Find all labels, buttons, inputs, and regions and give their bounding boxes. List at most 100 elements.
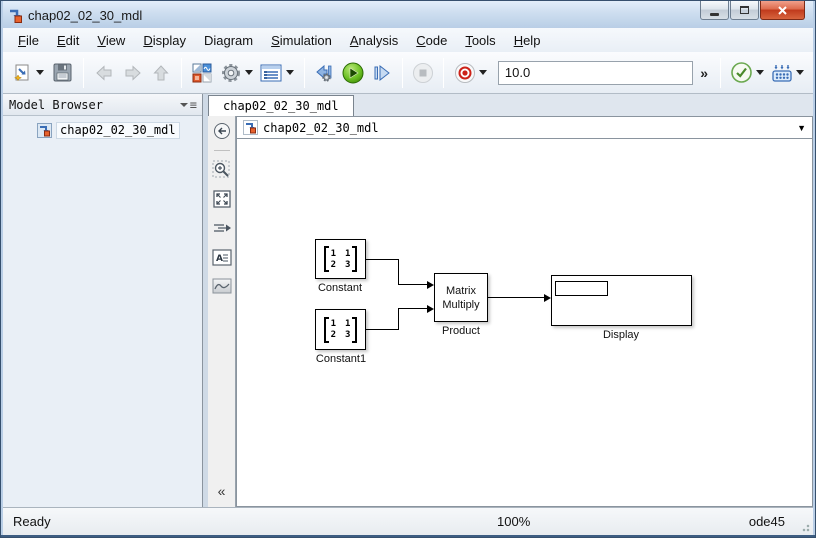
block-product[interactable]: Matrix Multiply <box>434 273 488 322</box>
signal-wire[interactable] <box>366 259 399 260</box>
menu-simulation[interactable]: Simulation <box>262 30 341 51</box>
breadcrumb-dropdown-button[interactable]: ▼ <box>797 123 806 133</box>
run-button[interactable] <box>340 59 366 87</box>
tab-bar: chap02_02_30_mdl <box>208 94 813 116</box>
wire-arrowhead-icon <box>427 281 434 289</box>
matrix-value: 1 <box>345 319 351 329</box>
dropdown-caret-icon[interactable] <box>755 70 764 75</box>
palette-separator <box>213 150 230 151</box>
signal-wire[interactable] <box>398 284 427 285</box>
menu-edit[interactable]: Edit <box>48 30 88 51</box>
dropdown-caret-icon[interactable] <box>795 70 804 75</box>
zoom-button[interactable] <box>212 160 232 180</box>
matrix-value: 3 <box>345 259 351 270</box>
tool-palette: A « <box>208 116 236 507</box>
forward-button <box>119 59 145 87</box>
menu-bars-icon: ≡ <box>189 97 197 112</box>
library-browser-button[interactable] <box>189 59 215 87</box>
model-settings-button[interactable] <box>218 59 244 87</box>
minimize-button[interactable] <box>700 1 729 20</box>
svg-text:A: A <box>216 254 223 264</box>
signal-wire[interactable] <box>398 308 427 309</box>
menu-help[interactable]: Help <box>505 30 550 51</box>
model-browser-tree: chap02_02_30_mdl <box>3 116 202 507</box>
menu-code[interactable]: Code <box>407 30 456 51</box>
minimize-icon <box>710 12 719 16</box>
save-button[interactable] <box>49 59 75 87</box>
toolbar-overflow-button[interactable]: » <box>695 65 713 81</box>
maximize-button[interactable] <box>730 1 759 20</box>
save-icon <box>53 63 72 82</box>
window-title: chap02_02_30_mdl <box>28 7 143 23</box>
menu-view[interactable]: View <box>88 30 134 51</box>
dropdown-caret-icon[interactable] <box>36 70 45 75</box>
toolbar-separator <box>401 57 403 88</box>
simulink-model-icon <box>10 9 22 23</box>
menu-tools[interactable]: Tools <box>456 30 504 51</box>
insert-image-button[interactable] <box>212 276 232 296</box>
up-arrow-icon <box>153 64 169 80</box>
block-constant[interactable]: 1 1 2 3 <box>315 239 366 279</box>
display-value-field <box>555 281 608 296</box>
maximize-icon <box>740 6 749 14</box>
tree-item-label[interactable]: chap02_02_30_mdl <box>56 121 180 139</box>
sim-stop-time-input[interactable] <box>497 60 694 85</box>
signal-wire[interactable] <box>398 259 399 285</box>
matrix-value: 1 <box>330 248 336 259</box>
build-button[interactable] <box>769 59 795 87</box>
back-circle-icon <box>213 123 230 139</box>
status-solver[interactable]: ode45 <box>749 514 785 529</box>
menu-file[interactable]: File <box>9 30 48 51</box>
signal-wire[interactable] <box>366 329 399 330</box>
status-state: Ready <box>13 514 51 529</box>
up-to-parent-button <box>148 59 174 87</box>
step-forward-button[interactable] <box>369 59 395 87</box>
tab-model[interactable]: chap02_02_30_mdl <box>208 95 354 116</box>
image-icon <box>212 278 231 294</box>
stop-icon <box>413 62 434 83</box>
build-grid-icon <box>772 64 792 82</box>
simulink-model-icon <box>37 122 52 138</box>
toolbar-separator <box>82 57 84 88</box>
wire-arrowhead-icon <box>544 294 551 302</box>
panel-menu-button[interactable]: ≡ <box>179 97 197 112</box>
record-button[interactable] <box>451 59 477 87</box>
block-constant1[interactable]: 1 1 2 3 <box>315 309 366 350</box>
back-arrow-icon <box>96 64 112 81</box>
new-model-button[interactable] <box>9 59 35 87</box>
annotation-button[interactable]: A <box>211 247 232 267</box>
matrix-value: 1 <box>345 248 351 259</box>
diagram-canvas[interactable]: 1 1 2 3 Constant 1 1 2 3 Constant1 Matri… <box>236 139 813 507</box>
update-diagram-button[interactable] <box>728 59 754 87</box>
step-forward-icon <box>374 64 390 81</box>
tab-label: chap02_02_30_mdl <box>223 99 339 113</box>
matrix-value: 3 <box>345 330 351 340</box>
menu-display[interactable]: Display <box>134 30 195 51</box>
signal-line-button[interactable] <box>212 218 232 238</box>
menu-analysis[interactable]: Analysis <box>341 30 407 51</box>
collapse-browser-button[interactable]: « <box>218 483 226 499</box>
run-play-icon <box>342 62 364 83</box>
dropdown-caret-icon[interactable] <box>478 70 487 75</box>
signal-wire[interactable] <box>398 308 399 330</box>
menu-diagram[interactable]: Diagram <box>195 30 262 51</box>
back-circle-button[interactable] <box>212 121 232 141</box>
close-button[interactable] <box>760 1 805 20</box>
matrix-bracket-left <box>323 316 329 343</box>
dropdown-caret-icon[interactable] <box>285 70 294 75</box>
resize-grip[interactable] <box>798 520 810 532</box>
breadcrumb-model-name[interactable]: chap02_02_30_mdl <box>263 121 379 135</box>
tree-item-model[interactable]: chap02_02_30_mdl <box>3 121 202 139</box>
signal-wire[interactable] <box>488 297 544 298</box>
model-configuration-button[interactable] <box>258 59 284 87</box>
block-display[interactable] <box>551 275 692 326</box>
matrix-value: 1 <box>330 319 336 329</box>
record-icon <box>454 62 475 83</box>
dropdown-caret-icon[interactable] <box>245 70 254 75</box>
fit-to-view-button[interactable] <box>212 189 232 209</box>
title-bar[interactable]: chap02_02_30_mdl <box>3 1 813 28</box>
gear-icon <box>221 63 240 82</box>
step-back-button[interactable] <box>312 59 338 87</box>
stop-button <box>410 59 436 87</box>
library-browser-icon <box>192 63 212 82</box>
